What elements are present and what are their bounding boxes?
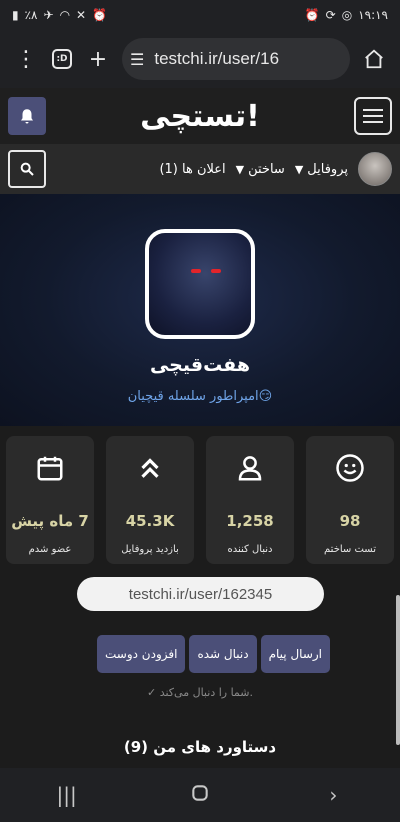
stat-tests-made: 98 تست ساختم: [306, 436, 394, 564]
stat-profile-views: 45.3K بازدید پروفایل: [106, 436, 194, 564]
wifi-icon: ◠: [59, 8, 71, 22]
home-button-icon[interactable]: [170, 783, 230, 808]
bell-icon: [21, 109, 33, 124]
search-icon: [20, 162, 34, 176]
chevrons-up-icon: [134, 452, 166, 484]
calendar-icon: [34, 452, 66, 484]
nav-items: پروفایل ▼ ساختن ▼ اعلان ها (1): [159, 152, 392, 186]
more-menu-icon[interactable]: ⋮: [8, 41, 44, 77]
alarm-status-icon: ⏰: [304, 8, 320, 22]
back-icon[interactable]: ›: [303, 783, 363, 807]
profile-name: هفت‌قیچی: [149, 354, 251, 376]
tab-count: :D: [52, 49, 72, 69]
nav-profile[interactable]: پروفایل ▼: [295, 162, 348, 177]
mute-icon: ✕: [76, 8, 87, 22]
profile-hero: هفت‌قیچی امپراطور سلسله قیچیان😏: [0, 194, 400, 426]
status-left: ▮ ٪۸ ✈ ◠ ✕ ⏰: [12, 9, 107, 21]
search-button[interactable]: [8, 150, 46, 188]
profile-avatar: [145, 229, 255, 339]
achievements-heading: دستاورد های من (9): [123, 738, 277, 756]
site-logo[interactable]: تستچی!: [140, 99, 261, 134]
nav-notifications-label: اعلان ها (1): [159, 161, 226, 177]
profile-url-pill[interactable]: testchi.ir/user/162345: [77, 577, 324, 611]
send-message-button[interactable]: ارسال پیام: [260, 635, 330, 673]
profile-actions: ارسال پیام دنبال شده افزودن دوست: [70, 635, 330, 673]
battery-percent: ٪۸: [24, 8, 38, 22]
stat-label: بازدید پروفایل: [121, 544, 179, 555]
user-avatar[interactable]: [358, 152, 392, 186]
tab-switcher-button[interactable]: :D: [44, 41, 80, 77]
stat-value: 45.3K: [125, 512, 175, 530]
nav-profile-label: پروفایل: [307, 161, 348, 177]
smiley-icon: [334, 452, 366, 484]
followed-button[interactable]: دنبال شده: [189, 635, 257, 673]
stat-value: 98: [339, 512, 361, 530]
site-settings-icon[interactable]: ☰: [130, 50, 144, 69]
stat-value: 7 ماه پیش: [11, 512, 89, 530]
follows-you-note: ✓ شما را دنبال می‌کند.: [146, 686, 254, 699]
clock-time: ۱۹:۱۹: [358, 8, 388, 22]
add-friend-button[interactable]: افزودن دوست: [97, 635, 186, 673]
stat-label: عضو شدم: [28, 544, 72, 555]
site-header: تستچی!: [0, 88, 400, 144]
address-bar[interactable]: ☰ testchi.ir/user/16: [122, 38, 350, 80]
nav-build[interactable]: ساختن ▼: [236, 162, 285, 177]
nav-notifications[interactable]: اعلان ها (1): [159, 162, 225, 177]
stat-label: تست ساختم: [324, 544, 376, 555]
data-saver-icon: ◎: [341, 8, 353, 22]
status-right: ⏰ ⟳ ◎ ۱۹:۱۹: [305, 9, 388, 21]
home-icon[interactable]: [356, 41, 392, 77]
profile-tagline: امپراطور سلسله قیچیان😏: [127, 389, 273, 404]
nav-build-label: ساختن: [248, 161, 285, 177]
scrollbar[interactable]: [396, 595, 400, 745]
chevron-down-icon: ▼: [294, 162, 304, 176]
airplane-icon: ✈: [43, 8, 54, 22]
android-navigation-bar: ||| ›: [0, 768, 400, 822]
chevron-down-icon: ▼: [235, 162, 245, 176]
user-icon: [234, 452, 266, 484]
alarm-icon: ⏰: [92, 8, 108, 22]
new-tab-icon[interactable]: +: [80, 41, 116, 77]
browser-toolbar: ⋮ :D + ☰ testchi.ir/user/16: [0, 30, 400, 88]
profile-stats: 98 تست ساختم 1,258 دنبال کننده 45.3K باز…: [6, 436, 394, 564]
stat-label: دنبال کننده: [227, 544, 273, 555]
status-bar: ▮ ٪۸ ✈ ◠ ✕ ⏰ ⏰ ⟳ ◎ ۱۹:۱۹: [0, 0, 400, 30]
notifications-bell-button[interactable]: [8, 97, 46, 135]
stat-joined: 7 ماه پیش عضو شدم: [6, 436, 94, 564]
sync-icon: ⟳: [325, 8, 336, 22]
stat-followers: 1,258 دنبال کننده: [206, 436, 294, 564]
menu-button[interactable]: [353, 97, 392, 135]
site-nav: پروفایل ▼ ساختن ▼ اعلان ها (1): [0, 144, 400, 194]
url-text: testchi.ir/user/16: [154, 49, 280, 68]
recent-apps-icon[interactable]: |||: [37, 783, 97, 807]
stat-value: 1,258: [226, 512, 274, 530]
battery-icon: ▮: [12, 8, 19, 22]
